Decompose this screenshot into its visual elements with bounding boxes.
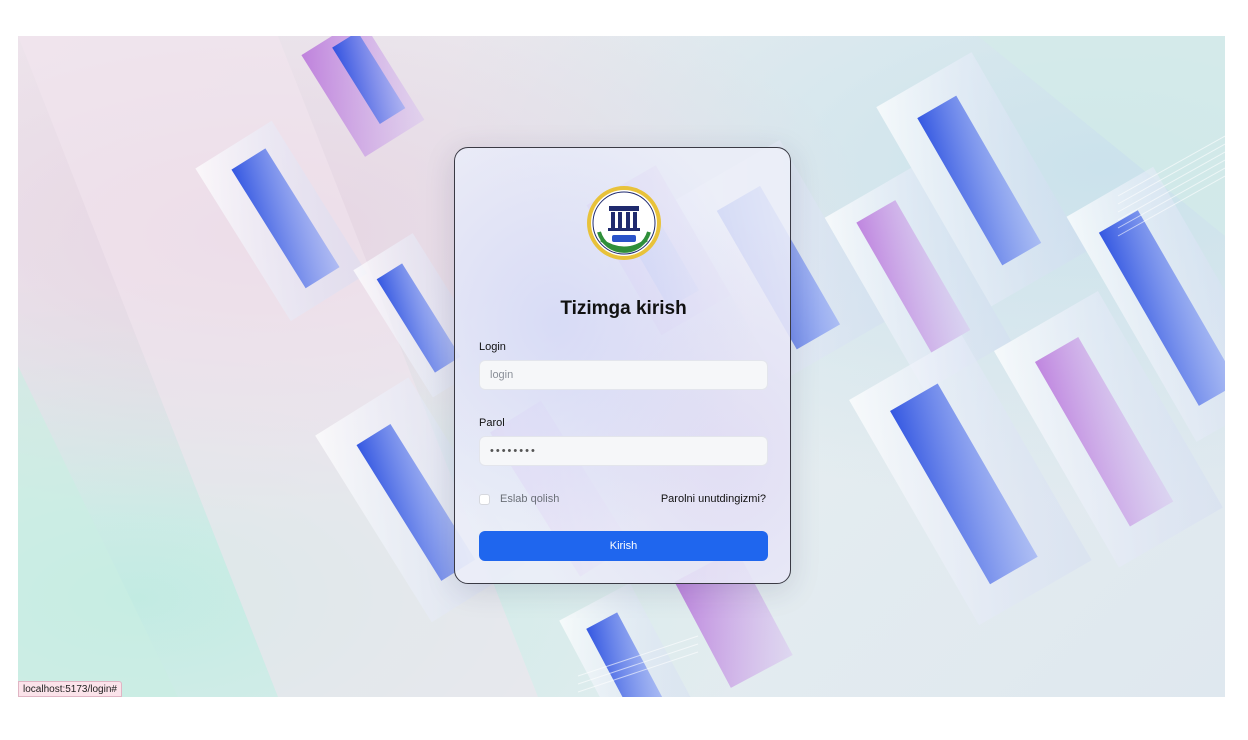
remember-label: Eslab qolish <box>500 493 560 505</box>
login-button[interactable]: Kirish <box>479 531 768 561</box>
password-input[interactable] <box>479 436 768 466</box>
university-logo <box>587 186 661 260</box>
password-label: Parol <box>479 417 505 429</box>
status-bar-url: localhost:5173/login# <box>18 681 122 697</box>
forgot-password-link[interactable]: Parolni unutdingizmi? <box>661 493 766 505</box>
login-card: Tizimga kirish Login Parol Eslab qolish … <box>454 147 791 584</box>
remember-me[interactable]: Eslab qolish <box>479 492 559 506</box>
login-label: Login <box>479 341 506 353</box>
login-input[interactable] <box>479 360 768 390</box>
page-title: Tizimga kirish <box>560 298 687 319</box>
remember-checkbox[interactable] <box>479 493 490 505</box>
